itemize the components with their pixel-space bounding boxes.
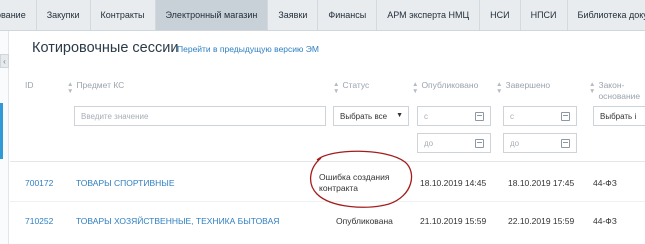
calendar-icon[interactable]	[475, 139, 484, 148]
row-law: 44-ФЗ	[593, 216, 617, 226]
tab-document-library[interactable]: Библиотека документа	[568, 0, 645, 30]
column-label-published: Опубликовано	[421, 80, 479, 90]
column-label-id: ID	[25, 80, 34, 90]
page-title: Котировочные сессии	[32, 40, 179, 56]
tab-nmc-expert[interactable]: АРМ эксперта НМЦ	[377, 0, 481, 30]
row-status: Опубликована	[336, 216, 393, 226]
tab-npsi[interactable]: НПСИ	[521, 0, 568, 30]
row-id-link[interactable]: 710252	[25, 216, 53, 226]
tab-purchases[interactable]: Закупки	[37, 0, 91, 30]
sort-icon: ▲ ▼	[333, 81, 340, 95]
column-header-status[interactable]: ▲ ▼ Статус	[333, 80, 369, 95]
sidebar-collapse-button[interactable]: ‹	[0, 54, 9, 68]
red-ellipse-annotation	[310, 150, 413, 208]
column-header-subject[interactable]: ▲ ▼ Предмет КС	[67, 80, 124, 95]
column-label-law-line1: Закон-	[598, 80, 625, 90]
row-law: 44-ФЗ	[593, 178, 617, 188]
tab-planning[interactable]: ование	[0, 0, 37, 30]
column-label-subject: Предмет КС	[76, 80, 125, 90]
column-label-law-line2: основание	[598, 91, 641, 101]
row-published: 21.10.2019 15:59	[420, 216, 487, 226]
law-filter-value: Выбрать і	[600, 111, 637, 121]
published-to-input[interactable]: до	[417, 133, 491, 153]
sort-icon: ▲ ▼	[412, 81, 419, 95]
row-subject-link[interactable]: ТОВАРЫ СПОРТИВНЫЕ	[76, 178, 175, 188]
tab-contracts[interactable]: Контракты	[91, 0, 156, 30]
column-header-published[interactable]: ▲ ▼ Опубликовано	[412, 80, 478, 95]
column-label-law: Закон- основание	[598, 80, 640, 102]
subject-filter-input[interactable]: Введите значение	[74, 106, 326, 126]
sort-icon: ▲ ▼	[67, 81, 74, 95]
top-navigation: ование Закупки Контракты Электронный маг…	[0, 0, 645, 31]
column-header-finished[interactable]: ▲ ▼ Завершено	[496, 80, 550, 95]
column-label-status: Статус	[342, 80, 370, 90]
chevron-left-icon: ‹	[3, 56, 6, 66]
dropdown-arrow-icon: ▼	[396, 112, 403, 119]
status-filter-value: Выбрать все	[340, 111, 388, 121]
calendar-icon[interactable]	[475, 112, 484, 121]
sort-icon: ▲ ▼	[496, 81, 503, 95]
sort-icon: ▲ ▼	[589, 81, 596, 95]
law-filter-select[interactable]: Выбрать і	[593, 106, 645, 126]
row-published: 18.10.2019 14:45	[420, 178, 487, 188]
filter-row-accent	[0, 103, 3, 159]
calendar-icon[interactable]	[561, 139, 570, 148]
row-finished: 22.10.2019 15:59	[508, 216, 575, 226]
published-to-placeholder: до	[424, 138, 434, 148]
finished-to-input[interactable]: до	[503, 133, 577, 153]
finished-from-placeholder: с	[510, 111, 514, 121]
finished-to-placeholder: до	[510, 138, 520, 148]
column-header-id[interactable]: ID	[25, 80, 34, 90]
tab-electronic-store[interactable]: Электронный магазин	[155, 0, 269, 30]
previous-version-link[interactable]: Перейти в предыдущую версию ЭМ	[177, 44, 319, 54]
tab-nsi[interactable]: НСИ	[480, 0, 521, 30]
column-header-law[interactable]: ▲ ▼ Закон- основание	[589, 80, 640, 102]
published-from-placeholder: с	[424, 111, 428, 121]
tab-requests[interactable]: Заявки	[268, 0, 319, 30]
row-finished: 18.10.2019 17:45	[508, 178, 575, 188]
tab-finance[interactable]: Финансы	[318, 0, 378, 30]
finished-from-input[interactable]: с	[503, 106, 577, 126]
row-subject-link[interactable]: ТОВАРЫ ХОЗЯЙСТВЕННЫЕ, ТЕХНИКА БЫТОВАЯ	[76, 216, 279, 226]
calendar-icon[interactable]	[561, 112, 570, 121]
published-from-input[interactable]: с	[417, 106, 491, 126]
status-filter-select[interactable]: Выбрать все ▼	[333, 106, 409, 126]
row-id-link[interactable]: 700172	[25, 178, 53, 188]
column-label-finished: Завершено	[505, 80, 551, 90]
